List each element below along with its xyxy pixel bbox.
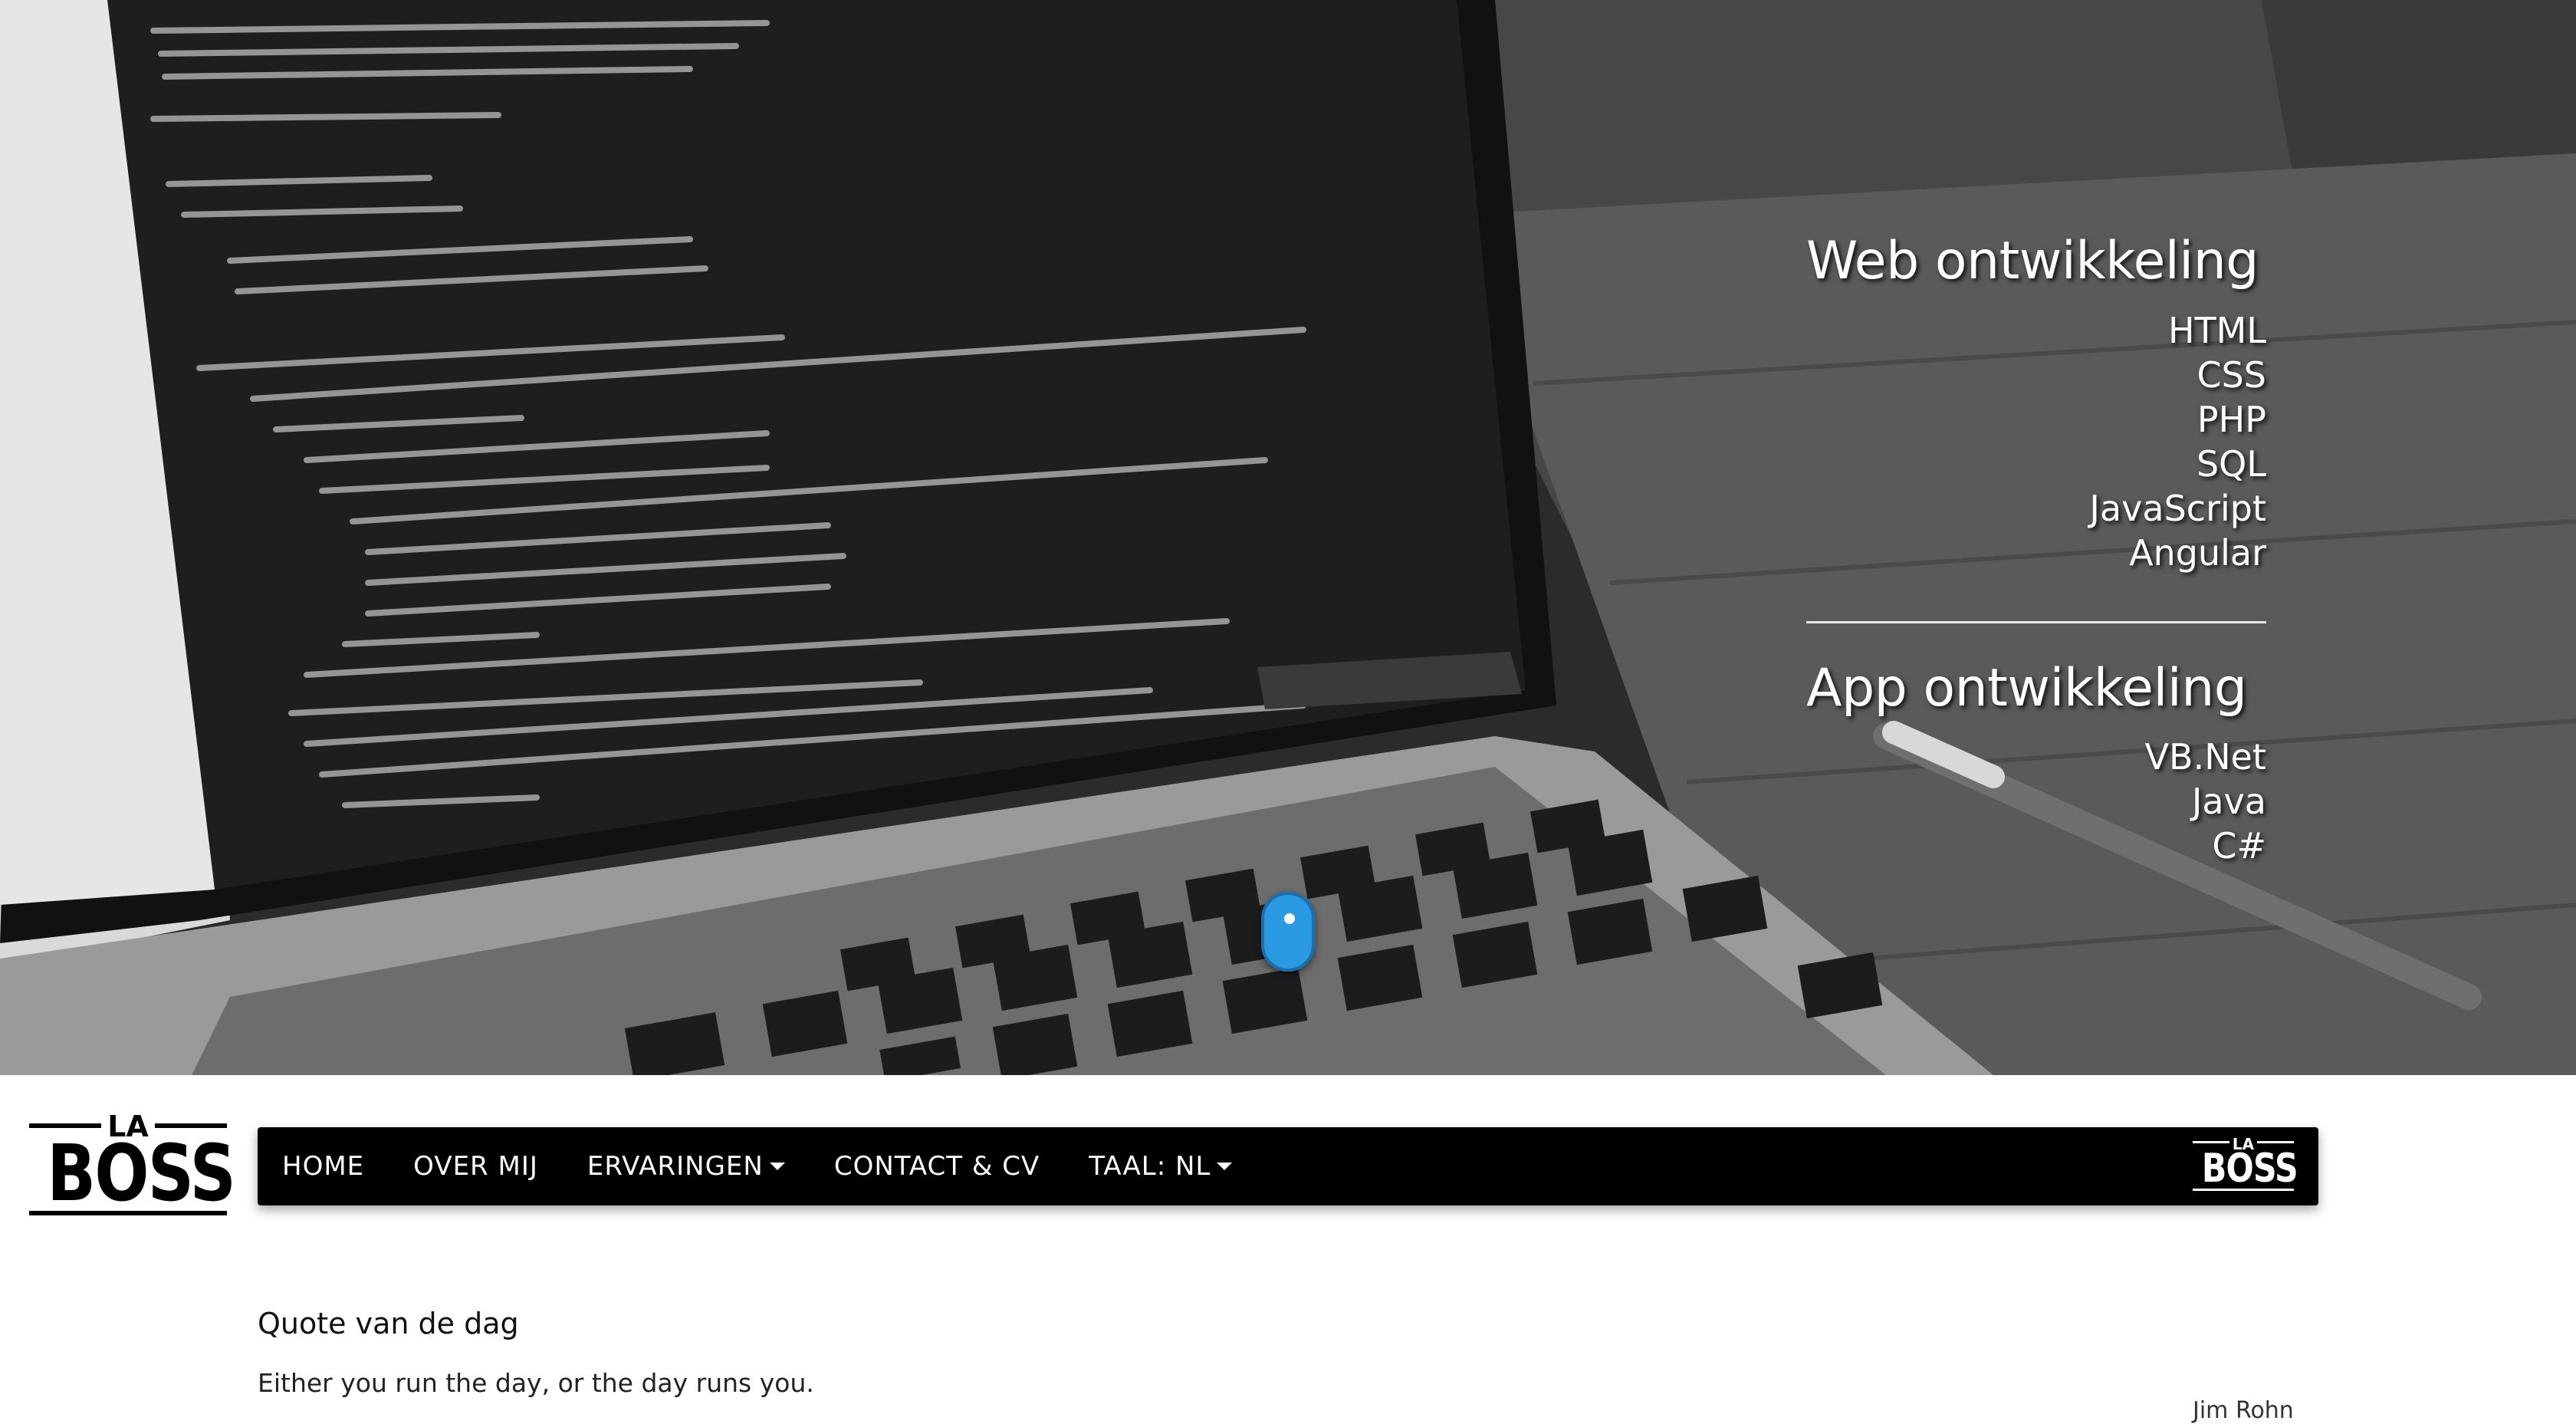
nav-item-over-mij[interactable]: OVER MIJ: [413, 1151, 538, 1182]
nav-item-label: HOME: [282, 1151, 365, 1182]
navbar-logo[interactable]: LA BOSS: [2193, 1135, 2298, 1193]
hero-banner: Web ontwikkeling HTML CSS PHP SQL JavaSc…: [0, 0, 2576, 1075]
nav-item-language-dropdown[interactable]: TAAL: NL: [1089, 1151, 1233, 1182]
nav-menu: HOME OVER MIJ ERVARINGEN CONTACT & CV TA…: [282, 1127, 1281, 1205]
list-item: Java: [2191, 781, 2266, 823]
logo-bottom-line: [29, 1211, 227, 1215]
app-development-heading: App ontwikkeling: [1806, 657, 2247, 719]
list-item: SQL: [2196, 442, 2266, 485]
quote-section-title: Quote van de dag: [258, 1307, 519, 1340]
quote-text: Either you run the day, or the day runs …: [258, 1368, 814, 1398]
nav-item-label: CONTACT & CV: [833, 1151, 1040, 1182]
quote-author: Jim Rohn: [2193, 1397, 2294, 1424]
list-item: Angular: [2129, 531, 2266, 574]
list-item: C#: [2212, 825, 2266, 867]
scroll-wheel-dot: [1284, 913, 1295, 924]
web-development-heading: Web ontwikkeling: [1806, 231, 2259, 291]
nav-item-label: ERVARINGEN: [586, 1151, 764, 1182]
nav-item-label: OVER MIJ: [413, 1151, 538, 1182]
list-item: VB.Net: [2144, 736, 2266, 778]
caret-down-icon: [1217, 1163, 1233, 1170]
main-navbar: HOME OVER MIJ ERVARINGEN CONTACT & CV TA…: [258, 1127, 2318, 1205]
logo-boss-text: BOSS: [2201, 1146, 2298, 1192]
logo-bottom-line: [2193, 1189, 2294, 1191]
app-skills-list: VB.Net Java C#: [1806, 735, 2266, 868]
list-item: HTML: [2167, 309, 2266, 351]
web-skills-list: HTML CSS PHP SQL JavaScript Angular: [1806, 308, 2266, 575]
list-item: JavaScript: [2089, 487, 2266, 529]
list-item: PHP: [2196, 398, 2266, 440]
nav-item-contact-cv[interactable]: CONTACT & CV: [834, 1151, 1040, 1182]
la-boss-logo[interactable]: LA BOSS: [29, 1110, 236, 1219]
caret-down-icon: [769, 1163, 785, 1170]
nav-item-label: TAAL: NL: [1089, 1151, 1211, 1182]
nav-item-ervaringen-dropdown[interactable]: ERVARINGEN: [587, 1151, 785, 1182]
scroll-down-mouse-icon[interactable]: [1261, 892, 1315, 972]
logo-boss-text: BOSS: [47, 1128, 236, 1219]
list-item: CSS: [2196, 354, 2266, 396]
section-divider: [1806, 620, 2266, 623]
skills-panel: Web ontwikkeling HTML CSS PHP SQL JavaSc…: [1806, 230, 2266, 868]
nav-item-home[interactable]: HOME: [282, 1151, 364, 1182]
